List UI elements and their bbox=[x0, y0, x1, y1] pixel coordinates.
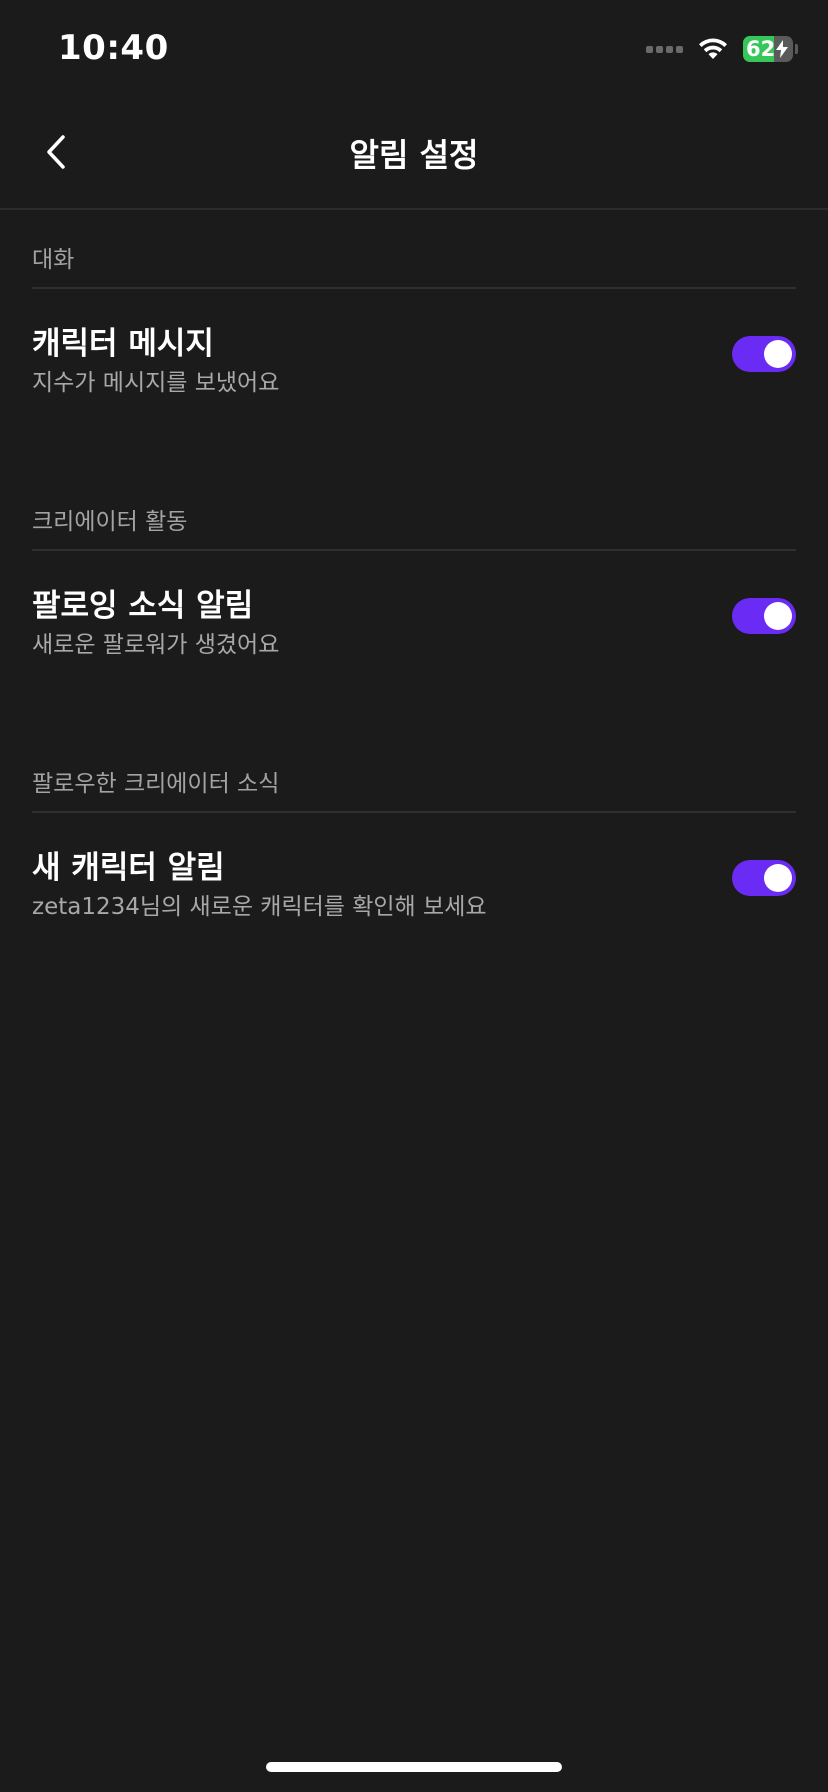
toggle-knob bbox=[764, 864, 792, 892]
battery-nub bbox=[795, 44, 798, 54]
setting-row-following-news: 팔로잉 소식 알림 새로운 팔로워가 생겼어요 bbox=[32, 580, 796, 658]
setting-title: 캐릭터 메시지 bbox=[32, 326, 214, 362]
new-character-toggle[interactable] bbox=[732, 860, 796, 896]
setting-title: 새 캐릭터 알림 bbox=[32, 850, 225, 886]
section-label: 대화 bbox=[32, 247, 75, 273]
section-divider bbox=[32, 811, 796, 813]
setting-row-character-message: 캐릭터 메시지 지수가 메시지를 보냈어요 bbox=[32, 318, 796, 396]
cellular-signal-icon bbox=[646, 45, 683, 53]
battery-charging-icon: 62 bbox=[743, 36, 793, 62]
setting-description: zeta1234님의 새로운 캐릭터를 확인해 보세요 bbox=[32, 894, 487, 920]
settings-list: 대화 캐릭터 메시지 지수가 메시지를 보냈어요 크리에이터 활동 팔로잉 소식… bbox=[0, 210, 828, 996]
section-conversation: 대화 캐릭터 메시지 지수가 메시지를 보냈어요 bbox=[0, 210, 828, 472]
battery-percent: 62 bbox=[746, 37, 776, 61]
setting-title: 팔로잉 소식 알림 bbox=[32, 588, 254, 624]
section-followed-creator-news: 팔로우한 크리에이터 소식 새 캐릭터 알림 zeta1234님의 새로운 캐릭… bbox=[0, 734, 828, 996]
section-label: 크리에이터 활동 bbox=[32, 509, 188, 535]
charging-bolt-icon bbox=[776, 40, 788, 58]
status-bar: 10:40 62 bbox=[0, 0, 828, 100]
character-message-toggle[interactable] bbox=[732, 336, 796, 372]
status-icons: 62 bbox=[646, 34, 798, 64]
nav-header: 알림 설정 bbox=[0, 100, 828, 210]
status-time: 10:40 bbox=[58, 28, 169, 68]
toggle-knob bbox=[764, 340, 792, 368]
setting-description: 지수가 메시지를 보냈어요 bbox=[32, 370, 280, 396]
page-title: 알림 설정 bbox=[349, 136, 479, 174]
setting-description: 새로운 팔로워가 생겼어요 bbox=[32, 632, 280, 658]
section-label: 팔로우한 크리에이터 소식 bbox=[32, 771, 280, 797]
wifi-icon bbox=[697, 37, 729, 61]
following-news-toggle[interactable] bbox=[732, 598, 796, 634]
section-divider bbox=[32, 549, 796, 551]
section-divider bbox=[32, 287, 796, 289]
home-indicator bbox=[266, 1762, 562, 1772]
section-creator-activity: 크리에이터 활동 팔로잉 소식 알림 새로운 팔로워가 생겼어요 bbox=[0, 472, 828, 734]
toggle-knob bbox=[764, 602, 792, 630]
setting-row-new-character: 새 캐릭터 알림 zeta1234님의 새로운 캐릭터를 확인해 보세요 bbox=[32, 842, 796, 920]
